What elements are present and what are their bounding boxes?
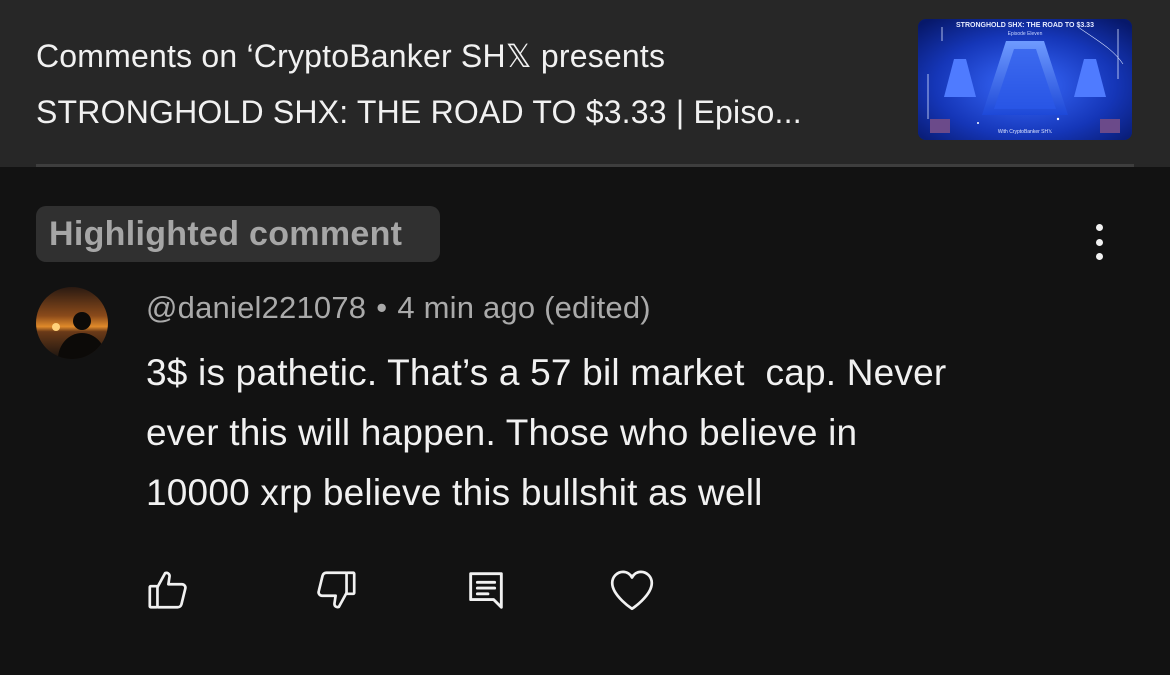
avatar[interactable] xyxy=(36,287,108,359)
comment-timestamp: 4 min ago (edited) xyxy=(397,290,651,325)
thumbnail-subtitle: Episode Eleven xyxy=(1007,31,1043,37)
reply-button[interactable] xyxy=(461,565,511,615)
thumbs-down-icon xyxy=(317,571,356,609)
meta-separator: • xyxy=(376,290,388,325)
more-dot-icon xyxy=(1095,224,1103,231)
thumbnail-footer: With CryptoBanker SH𝕏 xyxy=(997,129,1053,135)
video-title[interactable]: Comments on ‘CryptoBanker SH𝕏 presents S… xyxy=(36,28,886,140)
avatar-image xyxy=(36,287,108,359)
comment-line-1: 3$ is pathetic. That’s a 57 bil market c… xyxy=(146,352,947,393)
more-dot-icon xyxy=(1095,238,1103,246)
comment-body: 3$ is pathetic. That’s a 57 bil market c… xyxy=(146,343,1126,523)
video-title-line-1: Comments on ‘CryptoBanker SH𝕏 presents xyxy=(36,38,666,74)
comment-author[interactable]: @daniel221078 xyxy=(146,290,366,325)
thumbnail-artwork xyxy=(918,19,1132,140)
video-title-line-2: STRONGHOLD SHX: THE ROAD TO $3.33 | Epis… xyxy=(36,94,802,130)
dislike-button[interactable] xyxy=(311,565,361,615)
thumbnail-title: STRONGHOLD SHX: THE ROAD TO $3.33 xyxy=(956,22,1094,29)
thumbs-up-icon xyxy=(148,571,187,609)
comments-header: Comments on ‘CryptoBanker SH𝕏 presents S… xyxy=(0,0,1170,167)
heart-icon xyxy=(610,570,654,611)
more-options-button[interactable] xyxy=(1082,220,1116,264)
reply-icon xyxy=(469,572,503,609)
comment-meta: @daniel221078 • 4 min ago (edited) xyxy=(146,290,651,326)
comment-line-3: 10000 xrp believe this bullshit as well xyxy=(146,472,763,513)
heart-button[interactable] xyxy=(607,565,657,615)
video-thumbnail[interactable]: STRONGHOLD SHX: THE ROAD TO $3.33 Episod… xyxy=(918,19,1132,140)
highlighted-comment-badge: Highlighted comment xyxy=(36,206,440,262)
header-divider xyxy=(36,164,1134,167)
like-button[interactable] xyxy=(143,565,193,615)
more-dot-icon xyxy=(1095,253,1103,260)
comment-line-2: ever this will happen. Those who believe… xyxy=(146,412,858,453)
